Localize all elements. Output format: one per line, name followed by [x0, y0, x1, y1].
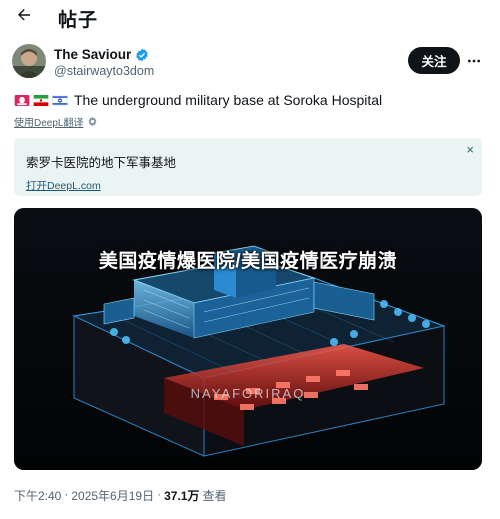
open-deepl-link[interactable]: 打开DeepL.com: [26, 178, 101, 193]
close-icon[interactable]: ×: [466, 142, 474, 157]
more-dots-icon: [468, 59, 480, 63]
meta-separator: ·: [64, 487, 69, 501]
tweet-meta: 下午2:40 · 2025年6月19日 · 37.1万 查看: [14, 487, 226, 504]
author-handle[interactable]: @stairwayto3dom: [54, 64, 154, 78]
image-overlay-title: 美国疫情爆医院/美国疫情医疗崩溃: [98, 251, 398, 272]
translate-link[interactable]: 使用DeepL翻译: [14, 114, 98, 129]
views-count: 37.1万: [164, 489, 200, 503]
translation-text: 索罗卡医院的地下军事基地: [26, 156, 177, 170]
top-bar: 帖子: [0, 0, 500, 34]
tweet-text: The underground military base at Soroka …: [74, 92, 383, 108]
name-row: The Saviour: [54, 47, 149, 62]
iran-flag: [33, 94, 49, 106]
author-row: The Saviour @stairwayto3dom 关注: [12, 44, 488, 84]
arrow-left-icon: [18, 9, 30, 21]
translation-box: 索罗卡医院的地下军事基地 打开DeepL.com ×: [14, 138, 482, 196]
image-watermark: NAYAFORIRAQ: [190, 386, 306, 401]
author-name[interactable]: The Saviour: [54, 47, 131, 62]
israel-flag: [52, 94, 68, 106]
translate-link-label: 使用DeepL翻译: [14, 118, 84, 129]
page-title: 帖子: [58, 10, 99, 31]
tweet-text-row: The underground military base at Soroka …: [14, 92, 382, 108]
siren-emoji: [14, 94, 30, 106]
tweet-image[interactable]: 美国疫情爆医院/美国疫情医疗崩溃 NAYAFORIRAQ: [14, 208, 482, 470]
verified-badge-icon: [136, 48, 149, 61]
avatar[interactable]: [12, 44, 46, 78]
back-button[interactable]: [12, 3, 36, 27]
gear-icon: [89, 116, 97, 127]
views-label: 查看: [202, 489, 227, 503]
tweet-date[interactable]: 2025年6月19日: [71, 487, 154, 504]
tweet-time[interactable]: 下午2:40: [14, 487, 61, 504]
follow-button[interactable]: 关注: [408, 47, 460, 74]
more-button[interactable]: [463, 50, 485, 72]
meta-separator-2: ·: [157, 487, 162, 501]
